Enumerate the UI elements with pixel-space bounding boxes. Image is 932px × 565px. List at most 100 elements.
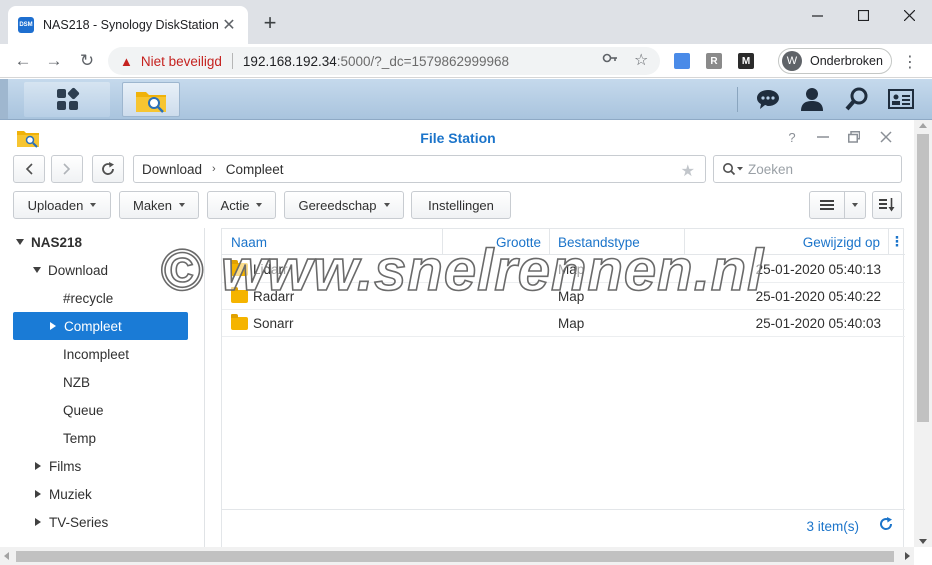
settings-button[interactable]: Instellingen <box>411 191 511 219</box>
tree-item-queue[interactable]: Queue <box>63 396 193 424</box>
scroll-left-icon[interactable] <box>4 552 9 560</box>
scroll-down-icon[interactable] <box>919 539 927 544</box>
chevron-right-icon <box>63 163 71 175</box>
collapsed-icon <box>50 322 56 330</box>
maximize-button[interactable] <box>840 0 886 30</box>
folder-tree: NAS218 Download #recycle Compleet Incomp… <box>0 228 205 548</box>
window-minimize-icon[interactable] <box>815 129 831 145</box>
vertical-scroll-thumb[interactable] <box>917 134 929 422</box>
file-station-taskbar-button[interactable] <box>122 82 180 117</box>
horizontal-scroll-thumb[interactable] <box>16 551 894 562</box>
file-type-cell: Map <box>558 289 585 304</box>
favorite-star-icon[interactable]: ★ <box>681 161 695 181</box>
profile-button[interactable]: W Onderbroken <box>778 48 892 74</box>
back-nav-button[interactable] <box>13 155 45 183</box>
tree-item-tv-series[interactable]: TV-Series <box>35 508 193 536</box>
view-mode-button[interactable] <box>809 191 845 219</box>
minimize-button[interactable] <box>794 0 840 30</box>
item-count: 3 item(s) <box>806 519 859 534</box>
new-tab-button[interactable]: + <box>258 12 282 34</box>
tab-close-icon[interactable]: ✕ <box>220 15 238 35</box>
tree-item-label: Compleet <box>64 318 122 334</box>
tab-title: NAS218 - Synology DiskStation <box>43 18 219 32</box>
search-input[interactable]: Zoeken <box>713 155 902 183</box>
scroll-right-icon[interactable] <box>905 552 910 560</box>
tree-item-label: TV-Series <box>49 514 109 530</box>
back-button[interactable]: ← <box>12 50 34 72</box>
expand-icon <box>33 267 41 273</box>
user-icon[interactable] <box>800 87 824 111</box>
tree-item-temp[interactable]: Temp <box>63 424 193 452</box>
tree-item-incompleet[interactable]: Incompleet <box>63 340 193 368</box>
search-placeholder: Zoeken <box>748 161 794 177</box>
column-header-name[interactable]: Naam <box>222 229 443 255</box>
extension-r-icon[interactable]: R <box>706 53 722 69</box>
extension-1-icon[interactable] <box>674 53 690 69</box>
main-menu-icon <box>56 87 80 110</box>
refresh-button[interactable] <box>92 155 124 183</box>
address-bar[interactable]: ▲ Niet beveiligd 192.168.192.34:5000/?_d… <box>108 47 660 75</box>
close-window-button[interactable] <box>886 0 932 30</box>
notifications-icon[interactable] <box>756 87 780 111</box>
column-header-modified[interactable]: Gewijzigd op <box>685 229 889 255</box>
tree-root[interactable]: NAS218 <box>16 228 191 256</box>
tools-button[interactable]: Gereedschap <box>284 191 404 219</box>
chevron-down-icon <box>383 203 390 207</box>
security-label[interactable]: Niet beveiligd <box>141 54 222 69</box>
browser-tab[interactable]: DSM NAS218 - Synology DiskStation ✕ <box>8 6 248 44</box>
url-host: 192.168.192.34 <box>242 53 337 69</box>
breadcrumb-item-current[interactable]: Compleet <box>226 162 284 177</box>
tree-item-download[interactable]: Download <box>33 256 193 284</box>
table-row[interactable]: Lidarr Map 25-01-2020 05:40:13 <box>222 256 905 283</box>
window-maximize-icon[interactable] <box>846 129 862 145</box>
reload-button[interactable]: ↻ <box>76 50 98 72</box>
horizontal-scrollbar[interactable] <box>0 547 914 565</box>
file-station-window: File Station ? Download › Compleet ★ Zoe… <box>0 120 932 565</box>
widgets-icon[interactable] <box>888 87 914 111</box>
file-modified-cell: 25-01-2020 05:40:22 <box>755 289 881 304</box>
table-row[interactable]: Sonarr Map 25-01-2020 05:40:03 <box>222 310 905 337</box>
table-row[interactable]: Radarr Map 25-01-2020 05:40:22 <box>222 283 905 310</box>
taskbar-edge <box>0 79 8 119</box>
sort-button[interactable] <box>872 191 902 219</box>
search-icon[interactable] <box>845 87 869 111</box>
view-mode-dropdown[interactable] <box>844 191 866 219</box>
taskbar-separator <box>737 87 738 112</box>
tree-item-nzb[interactable]: NZB <box>63 368 193 396</box>
tree-item-label: Muziek <box>49 486 92 502</box>
browser-menu-icon[interactable]: ⋮ <box>902 52 918 72</box>
breadcrumb-item[interactable]: Download <box>142 162 202 177</box>
help-icon[interactable]: ? <box>784 129 800 145</box>
tree-item-muziek[interactable]: Muziek <box>35 480 193 508</box>
column-options-icon[interactable]: ⋮ <box>889 229 905 255</box>
profile-label: Onderbroken <box>810 54 883 68</box>
search-dropdown-icon <box>723 163 743 176</box>
forward-nav-button[interactable] <box>51 155 83 183</box>
settings-label: Instellingen <box>428 197 494 213</box>
tree-item-recycle[interactable]: #recycle <box>63 284 193 312</box>
create-button[interactable]: Maken <box>119 191 199 219</box>
window-title: File Station <box>420 130 496 146</box>
window-close-icon[interactable] <box>878 129 894 145</box>
bookmark-star-icon[interactable]: ☆ <box>634 50 648 70</box>
column-header-type[interactable]: Bestandstype <box>550 229 685 255</box>
scroll-up-icon[interactable] <box>919 123 927 128</box>
column-header-size[interactable]: Grootte <box>443 229 550 255</box>
warning-icon: ▲ <box>120 53 133 69</box>
breadcrumb[interactable]: Download › Compleet ★ <box>133 155 706 183</box>
file-station-icon <box>136 91 166 113</box>
main-menu-button[interactable] <box>24 82 110 117</box>
upload-button[interactable]: Uploaden <box>13 191 111 219</box>
url-path: :5000/?_dc=1579862999968 <box>336 53 510 69</box>
key-icon[interactable] <box>602 50 618 69</box>
extension-m-icon[interactable]: M <box>738 53 754 69</box>
action-button[interactable]: Actie <box>207 191 276 219</box>
refresh-list-icon[interactable] <box>879 517 893 536</box>
vertical-scrollbar[interactable] <box>914 120 932 547</box>
file-modified-cell: 25-01-2020 05:40:13 <box>755 262 881 277</box>
tree-item-label: Films <box>49 458 82 474</box>
forward-button[interactable]: → <box>43 50 65 72</box>
chevron-down-icon <box>179 203 186 207</box>
tree-item-compleet[interactable]: Compleet <box>13 312 188 340</box>
tree-item-films[interactable]: Films <box>35 452 193 480</box>
